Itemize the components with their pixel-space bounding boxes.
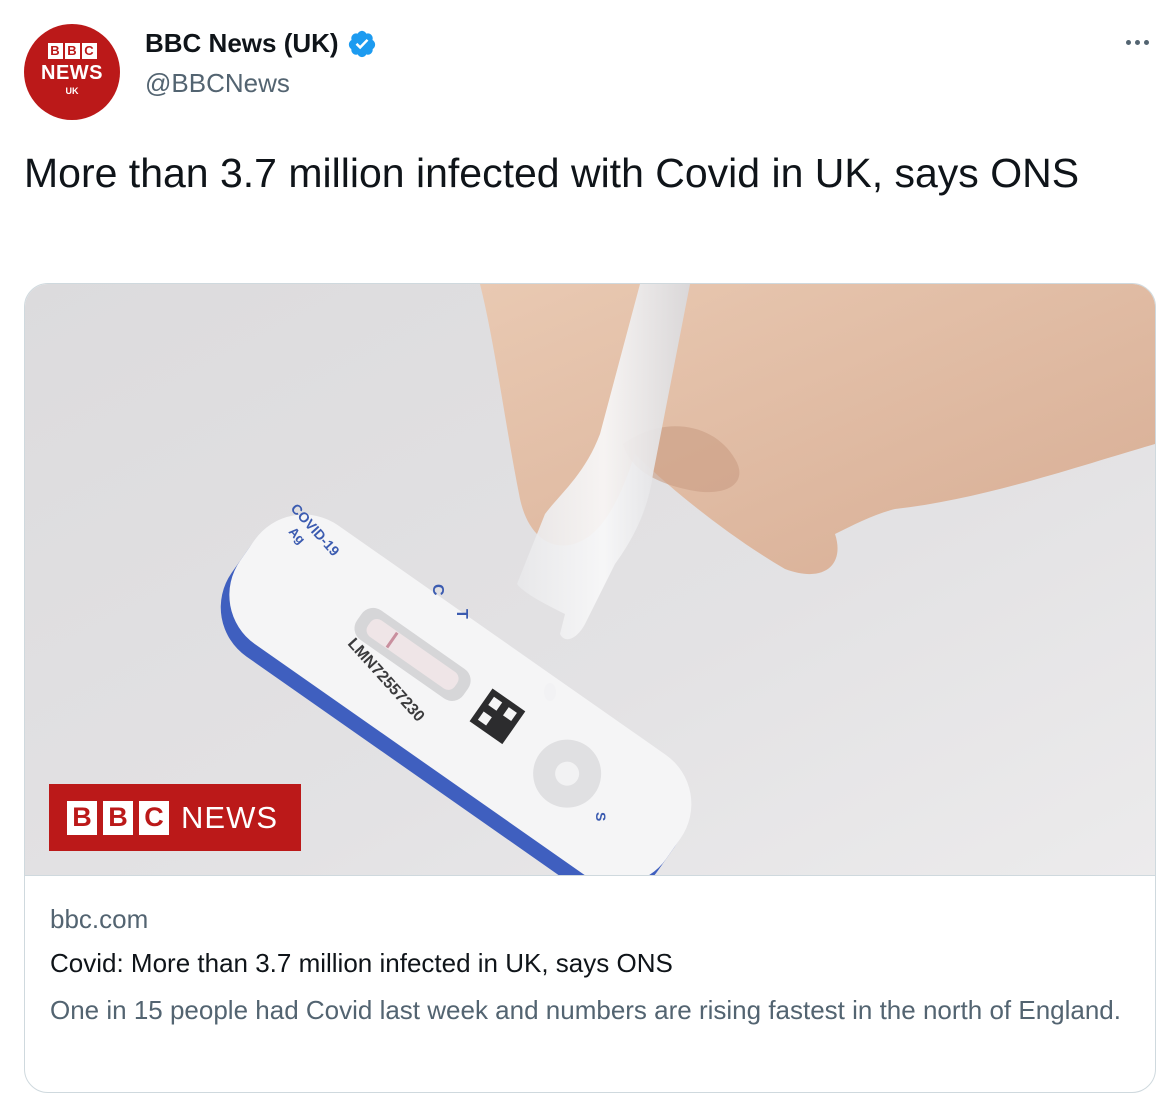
card-divider [25, 875, 1155, 876]
avatar-block-b2: B [64, 42, 80, 59]
avatar-news-text: NEWS [41, 61, 103, 84]
more-dot [1143, 39, 1149, 45]
link-card[interactable]: COVID-19 Ag C T LMN72557230 S B B C NEWS… [24, 283, 1156, 1093]
test-t-label: T [453, 609, 470, 619]
verified-badge-icon [348, 30, 375, 57]
image-logo-block-b1: B [67, 800, 97, 835]
more-options-icon[interactable] [1120, 30, 1154, 54]
avatar-bbc-blocks: B B C [47, 42, 97, 59]
test-s-label: S [593, 812, 609, 821]
image-logo-block-c: C [139, 800, 169, 835]
card-description: One in 15 people had Covid last week and… [50, 995, 1121, 1025]
link-card-image[interactable]: COVID-19 Ag C T LMN72557230 S B B C NEWS [25, 284, 1155, 876]
author-name[interactable]: BBC News (UK) [145, 28, 377, 59]
avatar-block-c: C [81, 42, 97, 59]
image-logo-news-text: NEWS [181, 799, 278, 835]
image-bbc-news-logo: B B C NEWS [49, 784, 301, 851]
avatar[interactable]: B B C NEWS UK [24, 24, 120, 120]
image-logo-block-b2: B [103, 800, 133, 835]
card-domain: bbc.com [50, 904, 149, 934]
more-dot [1125, 39, 1131, 45]
test-c-label: C [429, 584, 446, 596]
author-name-text: BBC News (UK) [145, 28, 339, 58]
avatar-uk-text: UK [65, 85, 79, 96]
card-title[interactable]: Covid: More than 3.7 million infected in… [50, 948, 673, 979]
tweet-text: More than 3.7 million infected with Covi… [24, 150, 1080, 196]
author-handle[interactable]: @BBCNews [145, 68, 290, 99]
avatar-block-b1: B [47, 42, 63, 59]
more-dot [1134, 39, 1140, 45]
